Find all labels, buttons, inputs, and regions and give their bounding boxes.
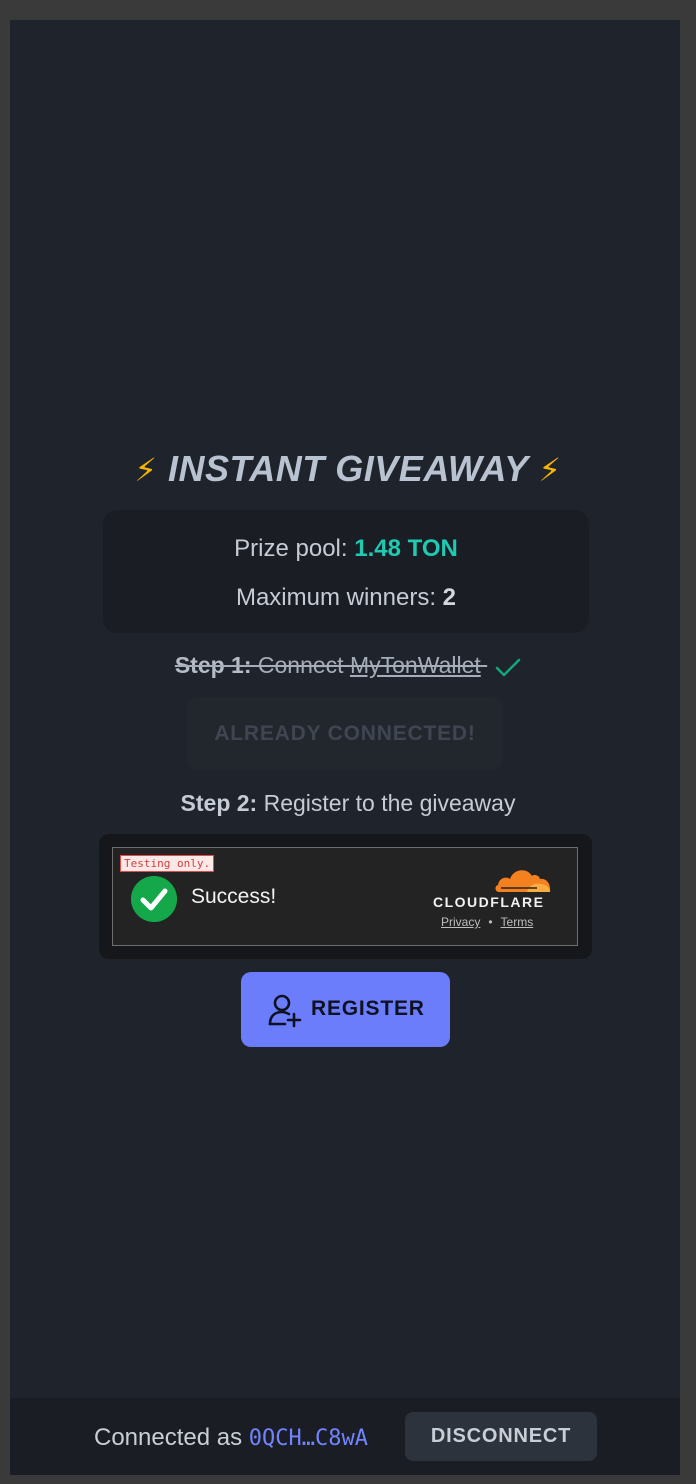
prize-card: Prize pool: 1.48 TON Maximum winners: 2 — [103, 510, 589, 633]
testing-only-badge: Testing only. — [120, 855, 215, 872]
step-1: Step 1: Connect MyTonWallet — [0, 652, 696, 679]
connected-status: Connected as 0QCH…C8wA — [94, 1424, 368, 1452]
title-text: INSTANT GIVEAWAY — [167, 448, 529, 489]
cloudflare-logo: CLOUDFLARE — [433, 894, 545, 910]
max-winners-label: Maximum winners: — [235, 584, 443, 611]
prize-pool-row: Prize pool: 1.48 TON — [103, 535, 589, 563]
wallet-link[interactable]: MyTonWallet — [350, 652, 481, 678]
success-check-icon — [131, 876, 177, 922]
register-button[interactable]: REGISTER — [241, 972, 450, 1047]
step-2-text: Register to the giveaway — [257, 790, 516, 816]
cloudflare-turnstile[interactable]: Testing only. Success! CLOUDFLARE Privac… — [112, 847, 578, 946]
privacy-link[interactable]: Privacy — [441, 915, 480, 929]
max-winners-value: 2 — [442, 584, 457, 611]
lightning-icon: ⚡ — [134, 452, 158, 488]
prize-pool-value: 1.48 TON — [354, 535, 458, 562]
footer-bar: Connected as 0QCH…C8wA DISCONNECT — [10, 1398, 680, 1475]
cloudflare-cloud-icon — [495, 870, 551, 892]
step-1-label: Step 1: — [174, 652, 252, 678]
prize-pool-label: Prize pool: — [234, 535, 355, 562]
register-label: REGISTER — [311, 997, 425, 1020]
page-title: ⚡ INSTANT GIVEAWAY ⚡ — [0, 448, 696, 490]
terms-link[interactable]: Terms — [501, 915, 534, 929]
checkmark-icon — [495, 658, 521, 677]
captcha-container: Testing only. Success! CLOUDFLARE Privac… — [99, 834, 592, 959]
lightning-icon: ⚡ — [538, 452, 562, 488]
step-2: Step 2: Register to the giveaway — [0, 790, 696, 817]
connected-label: Connected as — [94, 1424, 249, 1451]
captcha-status: Success! — [191, 885, 277, 908]
captcha-links: Privacy • Terms — [441, 915, 533, 929]
already-connected-button[interactable]: ALREADY CONNECTED! — [187, 697, 503, 770]
disconnect-button[interactable]: DISCONNECT — [405, 1412, 597, 1461]
user-plus-icon — [268, 994, 302, 1028]
link-separator: • — [488, 915, 493, 929]
step-2-label: Step 2: — [180, 790, 258, 816]
wallet-address[interactable]: 0QCH…C8wA — [249, 1426, 368, 1451]
max-winners-row: Maximum winners: 2 — [103, 584, 589, 612]
step-1-text: Connect — [251, 652, 350, 678]
